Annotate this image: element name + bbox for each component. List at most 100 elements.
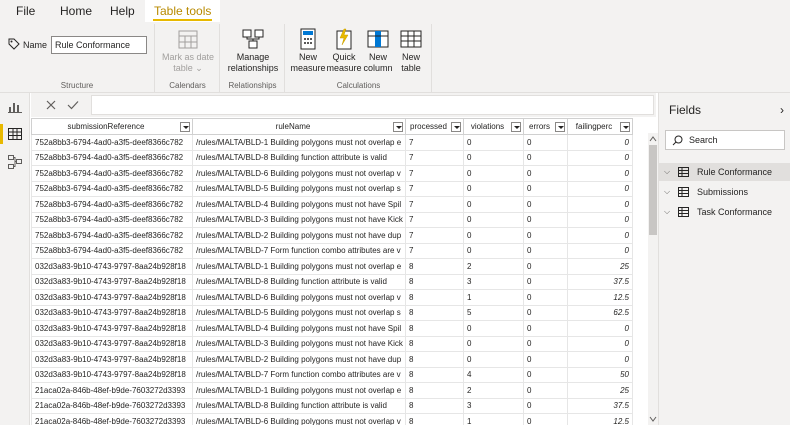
table-row[interactable]: 032d3a83-9b10-4743-9797-8aa24b928f18/rul… xyxy=(31,289,633,306)
violations-cell[interactable]: 5 xyxy=(463,304,524,321)
commit-formula-button[interactable] xyxy=(65,97,81,113)
violations-cell[interactable]: 1 xyxy=(463,413,524,425)
errors-cell[interactable]: 0 xyxy=(523,320,568,337)
table-row[interactable]: 752a8bb3-6794-4ad0-a3f5-deef8366c782/rul… xyxy=(31,196,633,213)
rule-name-cell[interactable]: /rules/MALTA/BLD-4 Building polygons mus… xyxy=(192,320,406,337)
scroll-up-icon[interactable] xyxy=(649,135,657,143)
rule-name-cell[interactable]: /rules/MALTA/BLD-8 Building function att… xyxy=(192,273,406,290)
processed-cell[interactable]: 7 xyxy=(405,211,464,228)
data-view-button[interactable] xyxy=(0,121,30,147)
failingperc-cell[interactable]: 0 xyxy=(567,351,633,368)
processed-cell[interactable]: 8 xyxy=(405,366,464,383)
failingperc-cell[interactable]: 0 xyxy=(567,180,633,197)
processed-cell[interactable]: 8 xyxy=(405,320,464,337)
processed-cell[interactable]: 8 xyxy=(405,397,464,414)
table-row[interactable]: 21aca02a-846b-48ef-b9de-7603272d3393/rul… xyxy=(31,413,633,425)
failingperc-cell[interactable]: 0 xyxy=(567,242,633,259)
processed-cell[interactable]: 7 xyxy=(405,165,464,182)
violations-cell[interactable]: 1 xyxy=(463,289,524,306)
quick-measure-button[interactable]: Quick measure xyxy=(326,28,362,74)
errors-cell[interactable]: 0 xyxy=(523,273,568,290)
submission-reference-cell[interactable]: 752a8bb3-6794-4ad0-a3f5-deef8366c782 xyxy=(31,165,193,182)
rule-name-cell[interactable]: /rules/MALTA/BLD-1 Building polygons mus… xyxy=(192,258,406,275)
submission-reference-cell[interactable]: 752a8bb3-6794-4ad0-a3f5-deef8366c782 xyxy=(31,196,193,213)
rule-name-cell[interactable]: /rules/MALTA/BLD-2 Building polygons mus… xyxy=(192,351,406,368)
submission-reference-cell[interactable]: 032d3a83-9b10-4743-9797-8aa24b928f18 xyxy=(31,351,193,368)
chevron-down-icon[interactable]: ⌵ xyxy=(664,207,674,217)
errors-cell[interactable]: 0 xyxy=(523,304,568,321)
violations-cell[interactable]: 0 xyxy=(463,351,524,368)
processed-cell[interactable]: 8 xyxy=(405,335,464,352)
processed-cell[interactable]: 7 xyxy=(405,227,464,244)
column-header-failingperc[interactable]: failingperc xyxy=(567,118,633,135)
failingperc-cell[interactable]: 25 xyxy=(567,382,633,399)
filter-dropdown-icon[interactable] xyxy=(393,122,403,132)
table-row[interactable]: 032d3a83-9b10-4743-9797-8aa24b928f18/rul… xyxy=(31,320,633,337)
violations-cell[interactable]: 0 xyxy=(463,180,524,197)
column-header-processed[interactable]: processed xyxy=(405,118,464,135)
table-row[interactable]: 752a8bb3-6794-4ad0-a3f5-deef8366c782/rul… xyxy=(31,165,633,182)
manage-relationships-button[interactable]: Manage relationships xyxy=(225,28,281,74)
violations-cell[interactable]: 0 xyxy=(463,320,524,337)
cancel-formula-button[interactable] xyxy=(43,97,59,113)
report-view-button[interactable] xyxy=(0,93,30,119)
errors-cell[interactable]: 0 xyxy=(523,211,568,228)
tab-table-tools[interactable]: Table tools xyxy=(145,0,221,22)
column-header-submissionreference[interactable]: submissionReference xyxy=(31,118,193,135)
errors-cell[interactable]: 0 xyxy=(523,180,568,197)
scrollbar-thumb[interactable] xyxy=(649,145,657,235)
processed-cell[interactable]: 8 xyxy=(405,382,464,399)
table-row[interactable]: 032d3a83-9b10-4743-9797-8aa24b928f18/rul… xyxy=(31,273,633,290)
submission-reference-cell[interactable]: 752a8bb3-6794-4ad0-a3f5-deef8366c782 xyxy=(31,227,193,244)
errors-cell[interactable]: 0 xyxy=(523,289,568,306)
submission-reference-cell[interactable]: 032d3a83-9b10-4743-9797-8aa24b928f18 xyxy=(31,289,193,306)
submission-reference-cell[interactable]: 21aca02a-846b-48ef-b9de-7603272d3393 xyxy=(31,397,193,414)
errors-cell[interactable]: 0 xyxy=(523,366,568,383)
table-row[interactable]: 032d3a83-9b10-4743-9797-8aa24b928f18/rul… xyxy=(31,366,633,383)
new-measure-button[interactable]: New measure xyxy=(290,28,326,74)
table-row[interactable]: 752a8bb3-6794-4ad0-a3f5-deef8366c782/rul… xyxy=(31,227,633,244)
violations-cell[interactable]: 0 xyxy=(463,165,524,182)
table-row[interactable]: 21aca02a-846b-48ef-b9de-7603272d3393/rul… xyxy=(31,382,633,399)
field-table-submissions[interactable]: ⌵ Submissions xyxy=(659,183,790,201)
table-name-input[interactable] xyxy=(51,36,148,54)
violations-cell[interactable]: 0 xyxy=(463,149,524,166)
submission-reference-cell[interactable]: 21aca02a-846b-48ef-b9de-7603272d3393 xyxy=(31,382,193,399)
collapse-pane-icon[interactable]: › xyxy=(780,103,784,117)
filter-dropdown-icon[interactable] xyxy=(511,122,521,132)
model-view-button[interactable] xyxy=(0,149,30,175)
errors-cell[interactable]: 0 xyxy=(523,382,568,399)
failingperc-cell[interactable]: 0 xyxy=(567,149,633,166)
violations-cell[interactable]: 0 xyxy=(463,242,524,259)
table-row[interactable]: 752a8bb3-6794-4ad0-a3f5-deef8366c782/rul… xyxy=(31,242,633,259)
rule-name-cell[interactable]: /rules/MALTA/BLD-7 Form function combo a… xyxy=(192,242,406,259)
failingperc-cell[interactable]: 62.5 xyxy=(567,304,633,321)
tab-file[interactable]: File xyxy=(16,4,35,22)
violations-cell[interactable]: 3 xyxy=(463,273,524,290)
errors-cell[interactable]: 0 xyxy=(523,242,568,259)
violations-cell[interactable]: 0 xyxy=(463,211,524,228)
failingperc-cell[interactable]: 12.5 xyxy=(567,289,633,306)
tab-home[interactable]: Home xyxy=(60,4,92,22)
tab-help[interactable]: Help xyxy=(110,4,135,22)
submission-reference-cell[interactable]: 032d3a83-9b10-4743-9797-8aa24b928f18 xyxy=(31,335,193,352)
table-row[interactable]: 032d3a83-9b10-4743-9797-8aa24b928f18/rul… xyxy=(31,304,633,321)
filter-dropdown-icon[interactable] xyxy=(180,122,190,132)
column-header-errors[interactable]: errors xyxy=(523,118,568,135)
rule-name-cell[interactable]: /rules/MALTA/BLD-3 Building polygons mus… xyxy=(192,211,406,228)
rule-name-cell[interactable]: /rules/MALTA/BLD-8 Building function att… xyxy=(192,397,406,414)
submission-reference-cell[interactable]: 752a8bb3-6794-4ad0-a3f5-deef8366c782 xyxy=(31,149,193,166)
violations-cell[interactable]: 2 xyxy=(463,382,524,399)
violations-cell[interactable]: 0 xyxy=(463,134,524,151)
vertical-scrollbar[interactable] xyxy=(648,133,658,425)
errors-cell[interactable]: 0 xyxy=(523,413,568,425)
errors-cell[interactable]: 0 xyxy=(523,258,568,275)
new-table-button[interactable]: New table xyxy=(394,28,428,74)
processed-cell[interactable]: 8 xyxy=(405,273,464,290)
filter-dropdown-icon[interactable] xyxy=(620,122,630,132)
processed-cell[interactable]: 8 xyxy=(405,289,464,306)
errors-cell[interactable]: 0 xyxy=(523,165,568,182)
table-row[interactable]: 752a8bb3-6794-4ad0-a3f5-deef8366c782/rul… xyxy=(31,211,633,228)
failingperc-cell[interactable]: 37.5 xyxy=(567,273,633,290)
submission-reference-cell[interactable]: 752a8bb3-6794-4ad0-a3f5-deef8366c782 xyxy=(31,242,193,259)
